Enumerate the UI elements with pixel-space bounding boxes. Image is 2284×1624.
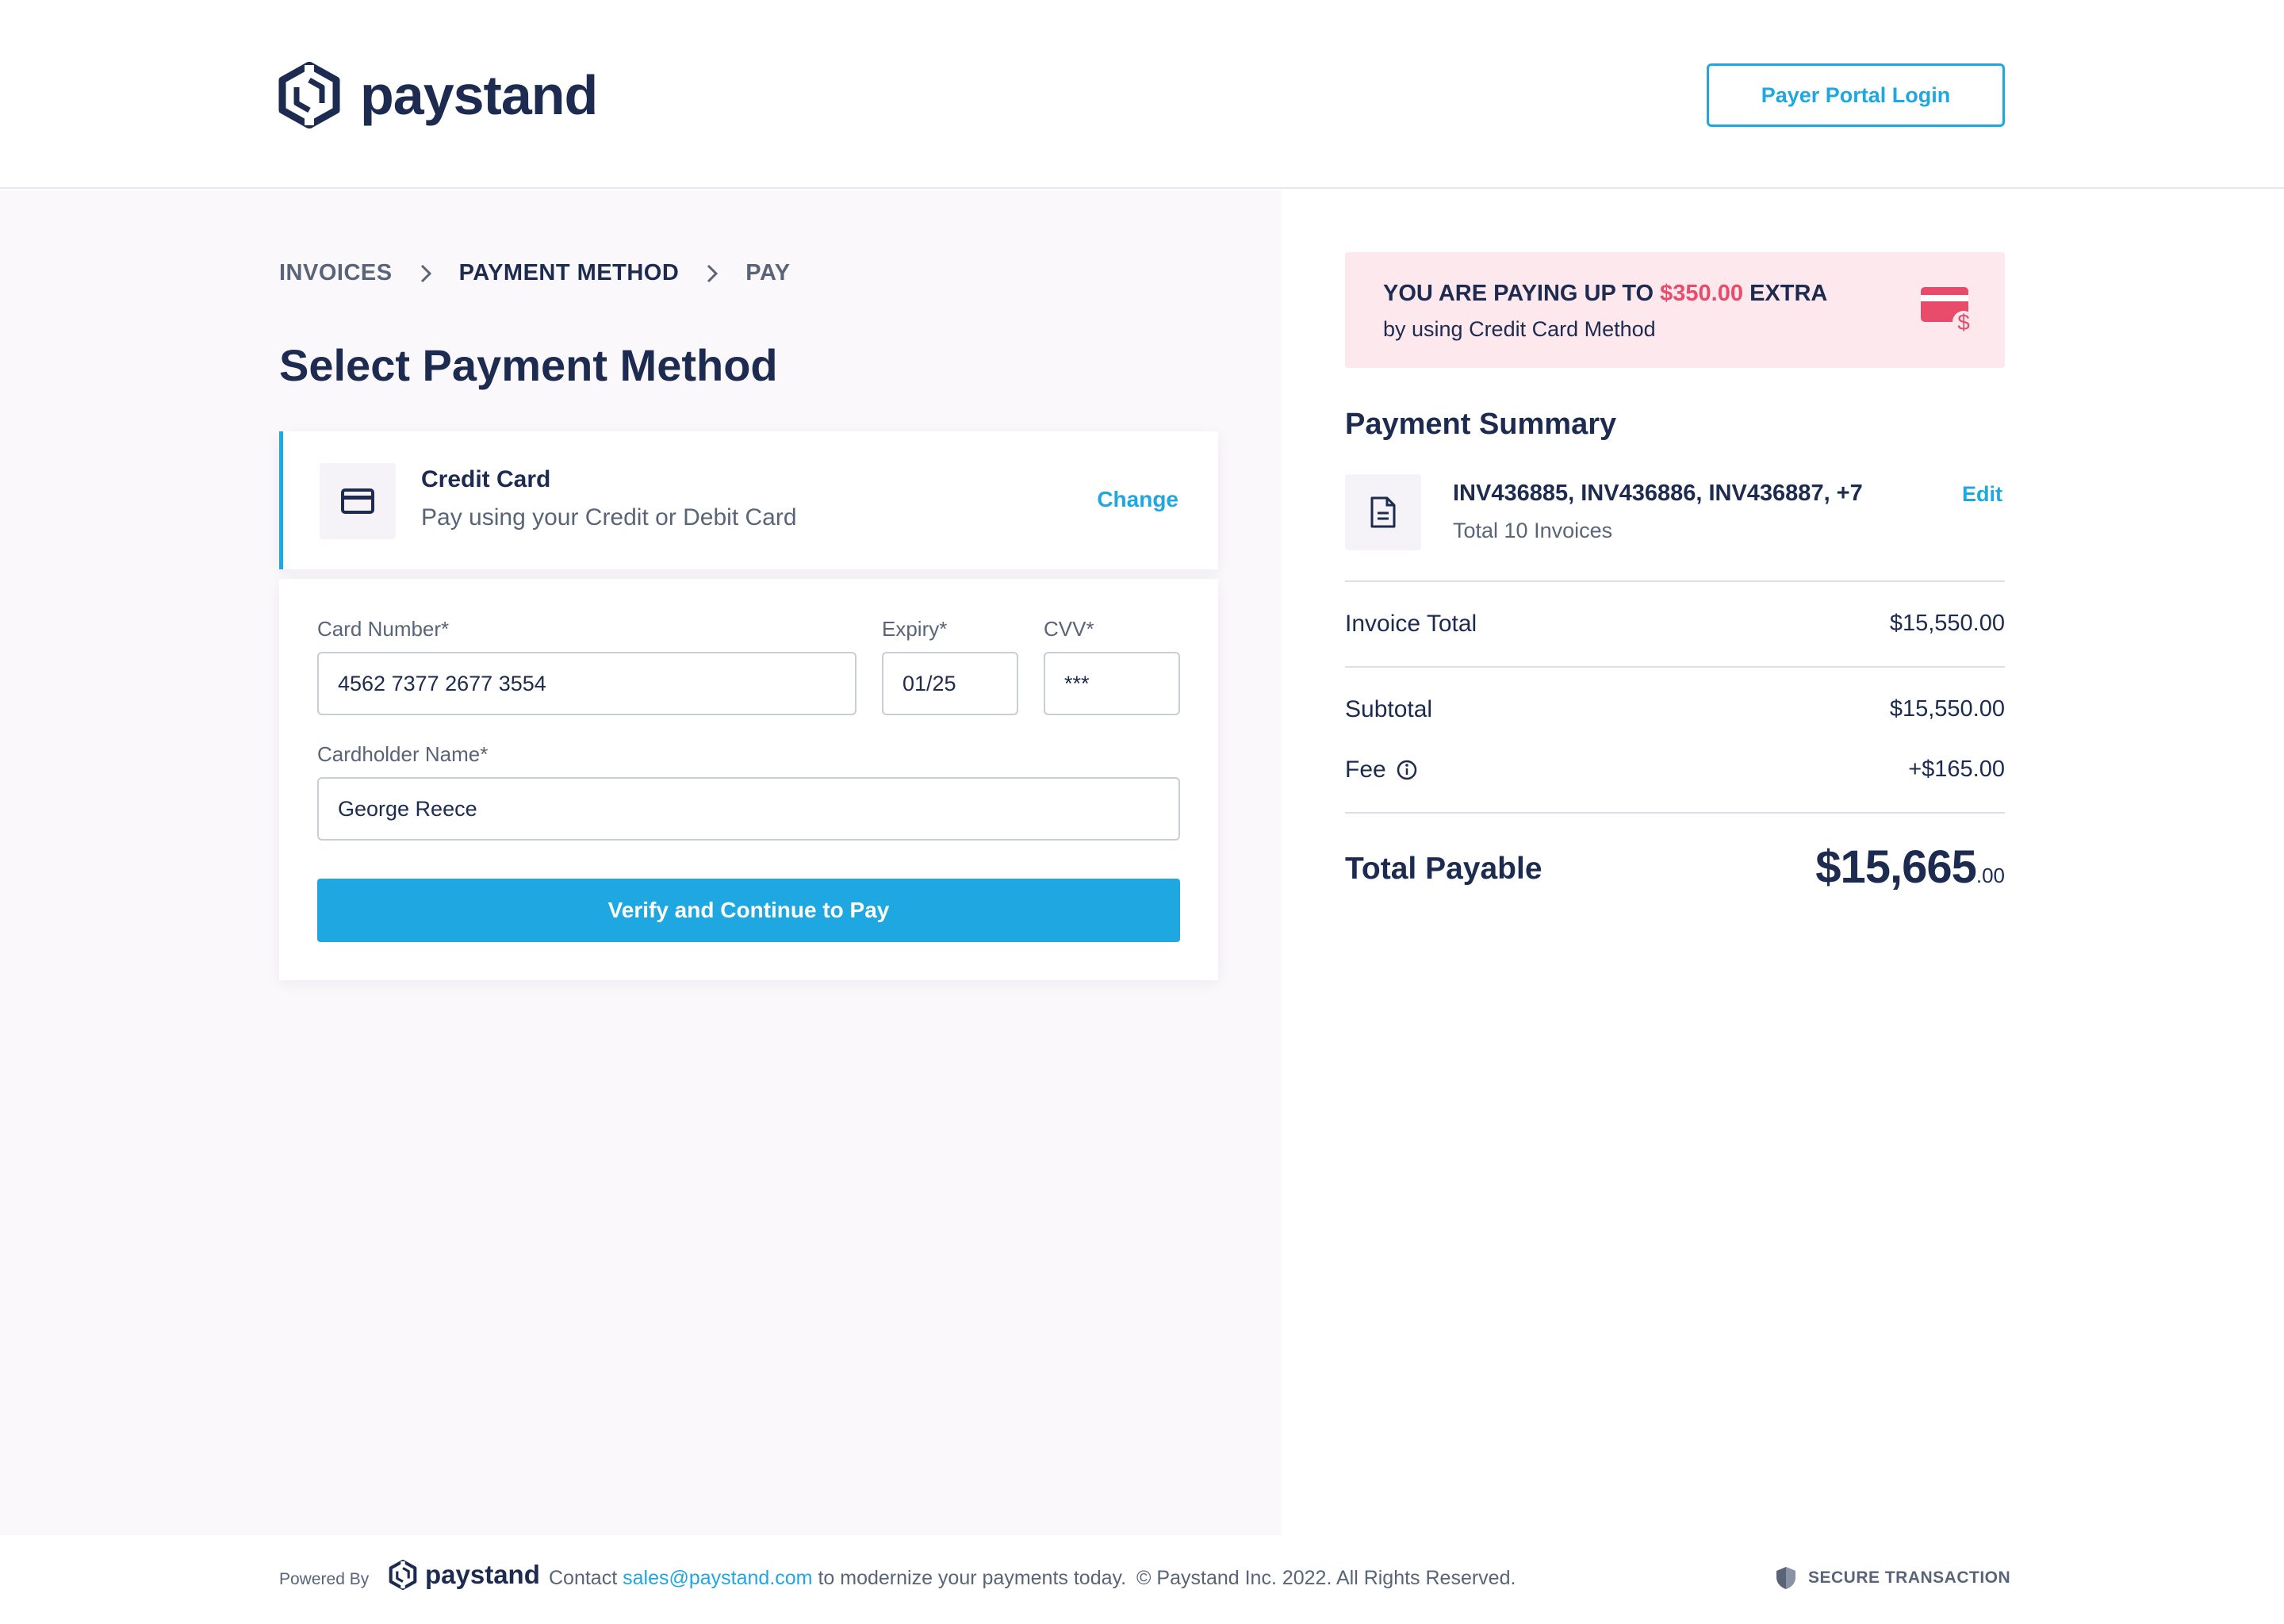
breadcrumb-payment-method: PAYMENT METHOD xyxy=(458,260,680,285)
edit-invoices-link[interactable]: Edit xyxy=(1962,482,2002,507)
selected-payment-method-card: Credit Card Pay using your Credit or Deb… xyxy=(279,431,1218,569)
paystand-hexagon-icon xyxy=(389,1559,417,1591)
page-title: Select Payment Method xyxy=(279,340,778,390)
divider xyxy=(1345,580,2005,582)
extra-fee-detail: by using Credit Card Method xyxy=(1383,317,1656,341)
subtotal-label: Subtotal xyxy=(1345,696,1433,722)
card-number-label: Card Number* xyxy=(317,617,450,641)
invoice-count: Total 10 Invoices xyxy=(1453,519,1613,542)
expiry-label: Expiry* xyxy=(882,617,948,641)
fee-value: +$165.00 xyxy=(1908,756,2005,782)
total-payable-cents: .00 xyxy=(1976,864,2005,887)
verify-continue-button[interactable]: Verify and Continue to Pay xyxy=(317,879,1180,942)
document-icon xyxy=(1370,496,1396,528)
chevron-right-icon xyxy=(707,264,719,282)
payer-portal-login-button[interactable]: Payer Portal Login xyxy=(1707,63,2005,127)
breadcrumb-pay: PAY xyxy=(745,260,791,285)
subtotal-value: $15,550.00 xyxy=(1889,696,2005,722)
invoice-icon-box xyxy=(1345,474,1421,550)
invoice-numbers: INV436885, INV436886, INV436887, +7 xyxy=(1453,481,1863,506)
shield-icon xyxy=(1776,1567,1795,1589)
change-method-link[interactable]: Change xyxy=(1097,487,1178,512)
info-icon[interactable] xyxy=(1396,759,1418,781)
cardholder-name-field[interactable]: George Reece xyxy=(317,777,1180,841)
extra-fee-headline: YOU ARE PAYING UP TO $350.00 EXTRA xyxy=(1383,281,1827,307)
brand-name: paystand xyxy=(360,64,598,126)
divider xyxy=(1345,812,2005,814)
extra-fee-prefix: YOU ARE PAYING UP TO xyxy=(1383,281,1654,306)
paystand-hexagon-icon xyxy=(278,62,340,128)
contact-suffix: to modernize your payments today. xyxy=(818,1567,1127,1589)
footer-brand-name: paystand xyxy=(425,1560,540,1589)
powered-by-label: Powered By xyxy=(279,1570,370,1588)
credit-card-icon xyxy=(341,488,374,514)
extra-fee-amount: $350.00 xyxy=(1660,281,1743,306)
method-icon-box xyxy=(320,463,396,539)
svg-text:$: $ xyxy=(1957,310,1970,335)
sales-email-link[interactable]: sales@paystand.com xyxy=(623,1567,812,1589)
invoice-total-label: Invoice Total xyxy=(1345,611,1477,637)
breadcrumb: INVOICES PAYMENT METHOD PAY xyxy=(279,260,791,286)
total-payable-main: $15,665 xyxy=(1815,841,1977,893)
cvv-field[interactable]: *** xyxy=(1044,652,1180,715)
copyright-text: © Paystand Inc. 2022. All Rights Reserve… xyxy=(1136,1567,1516,1589)
expiry-field[interactable]: 01/25 xyxy=(882,652,1018,715)
extra-fee-suffix: EXTRA xyxy=(1749,281,1828,306)
divider xyxy=(1345,666,2005,668)
brand-logo[interactable]: paystand xyxy=(278,62,598,128)
total-payable-value: $15,665.00 xyxy=(1815,841,2005,894)
method-subtitle: Pay using your Credit or Debit Card xyxy=(421,504,797,530)
footer: Powered By paystand Contact sales@paysta… xyxy=(0,1535,2284,1624)
breadcrumb-invoices[interactable]: INVOICES xyxy=(279,260,393,286)
card-number-field[interactable]: 4562 7377 2677 3554 xyxy=(317,652,856,715)
invoice-total-value: $15,550.00 xyxy=(1889,611,2005,636)
header: paystand Payer Portal Login xyxy=(0,0,2284,189)
summary-title: Payment Summary xyxy=(1345,408,1617,441)
credit-card-dollar-icon: $ xyxy=(1921,287,1975,335)
extra-fee-banner: YOU ARE PAYING UP TO $350.00 EXTRA by us… xyxy=(1345,252,2005,368)
cardholder-name-label: Cardholder Name* xyxy=(317,742,489,766)
card-details-form: Card Number* 4562 7377 2677 3554 Expiry*… xyxy=(279,579,1218,980)
footer-brand-logo[interactable]: paystand xyxy=(389,1559,540,1591)
total-payable-label: Total Payable xyxy=(1345,852,1542,886)
chevron-right-icon xyxy=(420,264,431,282)
secure-transaction-label: SECURE TRANSACTION xyxy=(1808,1568,2011,1587)
contact-prefix: Contact xyxy=(549,1567,618,1589)
secure-transaction-badge: SECURE TRANSACTION xyxy=(1775,1565,2010,1591)
fee-row-label: Fee xyxy=(1345,756,1418,783)
fee-label: Fee xyxy=(1345,756,1386,783)
method-title: Credit Card xyxy=(421,466,551,492)
cvv-label: CVV* xyxy=(1044,617,1094,641)
footer-contact-text: Contact sales@paystand.com to modernize … xyxy=(549,1567,1516,1590)
